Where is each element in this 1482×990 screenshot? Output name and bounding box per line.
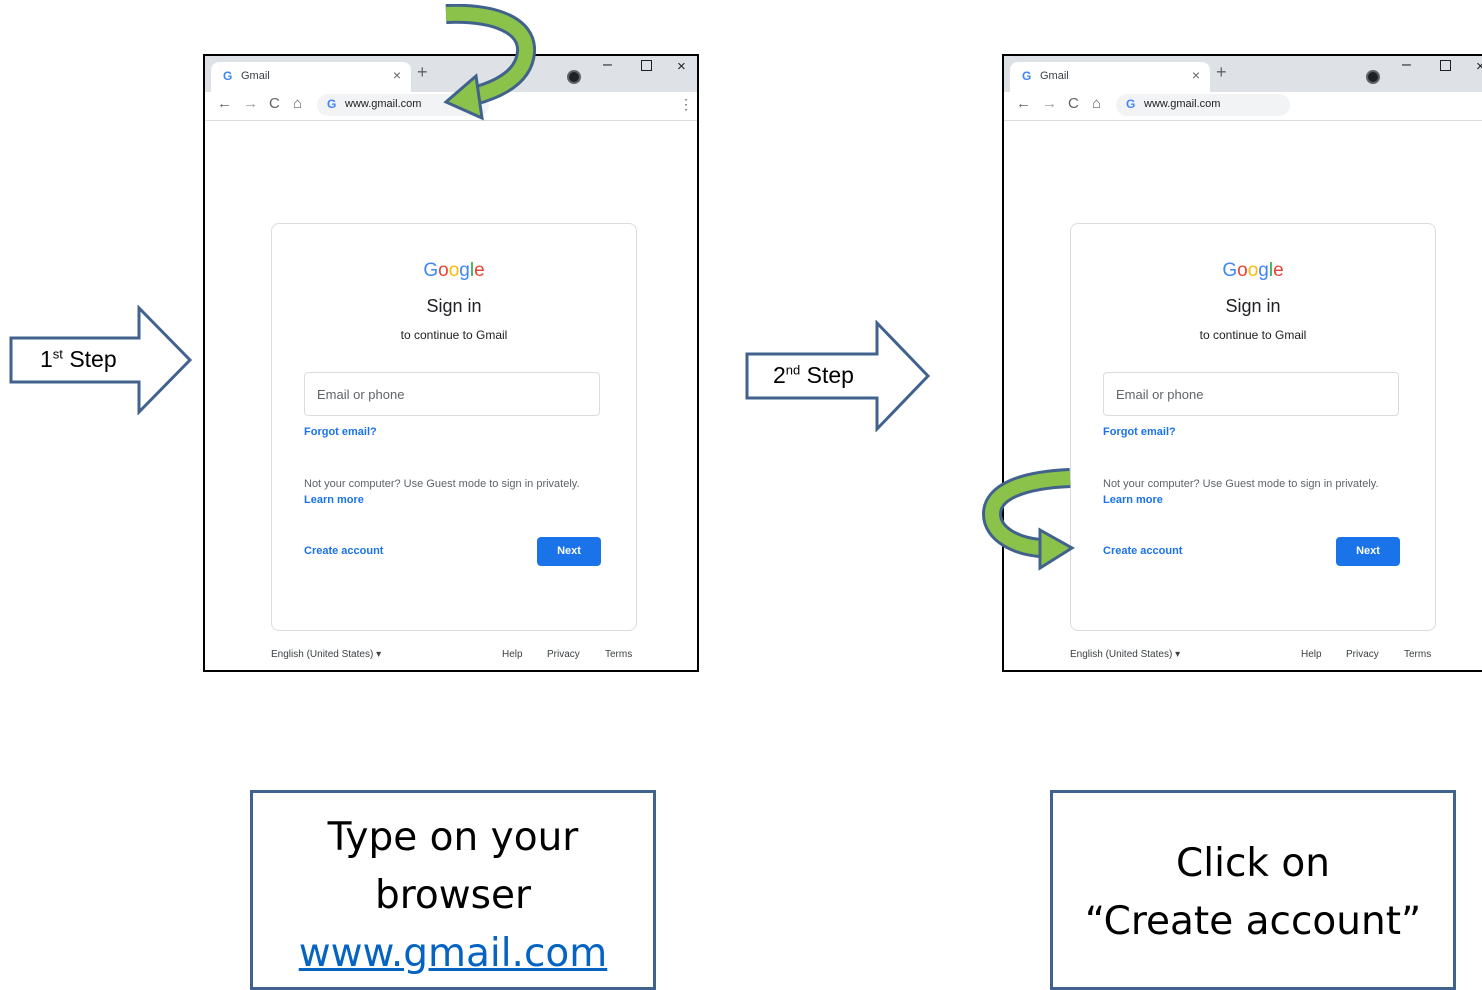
profile-icon[interactable] — [567, 70, 581, 84]
signin-subtitle: to continue to Gmail — [1199, 328, 1307, 342]
url-text: www.gmail.com — [345, 98, 422, 110]
signin-title: Sign in — [426, 296, 482, 316]
curved-arrow-to-create-account-icon — [982, 468, 1075, 571]
privacy-link[interactable]: Privacy — [1346, 649, 1379, 660]
tab-title: Gmail — [241, 70, 270, 82]
tab-gmail[interactable]: G Gmail × — [1010, 62, 1210, 92]
logo-letter: o — [1237, 260, 1248, 281]
maximize-icon[interactable] — [1440, 60, 1451, 71]
logo-letter: g — [459, 260, 470, 281]
forward-icon[interactable]: → — [1042, 95, 1057, 112]
tab-bar: G Gmail × + – × — [1004, 56, 1482, 92]
create-account-link[interactable]: Create account — [1103, 545, 1182, 557]
logo-letter: o — [438, 260, 449, 281]
google-logo: Google — [1071, 260, 1435, 282]
close-tab-icon[interactable]: × — [1192, 67, 1200, 83]
terms-link[interactable]: Terms — [605, 649, 632, 660]
chevron-down-icon: ▾ — [1175, 649, 1181, 660]
browser-screenshot-1: G Gmail × + – × ← → C ⌂ G www.gmail.com … — [203, 54, 699, 672]
terms-link[interactable]: Terms — [1404, 649, 1431, 660]
step-number: 2 — [773, 362, 786, 388]
menu-icon[interactable]: ⋮ — [679, 96, 693, 113]
browser-toolbar: ← → C ⌂ G www.gmail.com ⋮ — [1004, 92, 1482, 121]
reload-icon[interactable]: C — [1068, 95, 1079, 112]
window-close-icon[interactable]: × — [677, 58, 686, 75]
language-select[interactable]: English (United States) ▾ — [1070, 649, 1180, 660]
logo-letter: G — [1222, 260, 1238, 281]
logo-letter: g — [1258, 260, 1269, 281]
learn-more-link[interactable]: Learn more — [304, 494, 364, 506]
step-word: Step — [69, 346, 117, 372]
step-1-label: 1st Step — [40, 346, 117, 373]
google-favicon-icon: G — [327, 97, 337, 111]
chevron-down-icon: ▾ — [376, 649, 382, 660]
step-ordinal: st — [52, 346, 63, 362]
minimize-icon[interactable]: – — [1402, 56, 1411, 74]
signin-title: Sign in — [1225, 296, 1281, 316]
learn-more-link[interactable]: Learn more — [1103, 494, 1163, 506]
email-field[interactable]: Email or phone — [1103, 372, 1399, 416]
step-number: 1 — [40, 346, 53, 372]
help-link[interactable]: Help — [1301, 649, 1322, 660]
step-word: Step — [806, 362, 854, 388]
signin-card: Google Sign in to continue to Gmail Emai… — [271, 223, 637, 631]
maximize-icon[interactable] — [641, 60, 652, 71]
google-favicon-icon: G — [1022, 69, 1032, 83]
signin-card: Google Sign in to continue to Gmail Emai… — [1070, 223, 1436, 631]
logo-letter: e — [1273, 260, 1284, 281]
help-link[interactable]: Help — [502, 649, 523, 660]
caption-box-2: Click on “Create account” — [1050, 790, 1456, 990]
new-tab-icon[interactable]: + — [417, 62, 428, 83]
url-text: www.gmail.com — [1144, 98, 1221, 110]
address-bar[interactable]: G www.gmail.com — [1116, 94, 1290, 116]
caption-line: Click on — [1176, 841, 1330, 886]
logo-letter: e — [474, 260, 485, 281]
home-icon[interactable]: ⌂ — [1092, 95, 1101, 112]
caption-box-1: Type on your browser www.gmail.com — [250, 790, 656, 990]
caption-line: browser — [374, 873, 532, 918]
next-button[interactable]: Next — [537, 537, 601, 566]
caption-line: “Create account” — [1084, 899, 1422, 944]
minimize-icon[interactable]: – — [603, 56, 612, 74]
language-select[interactable]: English (United States) ▾ — [271, 649, 381, 660]
close-tab-icon[interactable]: × — [393, 67, 401, 83]
guest-mode-text: Not your computer? Use Guest mode to sig… — [1103, 478, 1379, 490]
logo-letter: o — [448, 260, 460, 281]
language-label: English (United States) — [1070, 649, 1173, 660]
home-icon[interactable]: ⌂ — [293, 95, 302, 112]
forgot-email-link[interactable]: Forgot email? — [1103, 426, 1176, 438]
tab-gmail[interactable]: G Gmail × — [211, 62, 411, 92]
logo-letter: o — [1247, 260, 1259, 281]
privacy-link[interactable]: Privacy — [547, 649, 580, 660]
step-ordinal: nd — [785, 362, 801, 378]
curved-arrow-to-address-bar-icon — [443, 4, 536, 121]
back-icon[interactable]: ← — [1016, 95, 1031, 112]
menu-icon[interactable]: ⋮ — [1478, 96, 1482, 113]
language-label: English (United States) — [271, 649, 374, 660]
reload-icon[interactable]: C — [269, 95, 280, 112]
tab-title: Gmail — [1040, 70, 1069, 82]
email-field[interactable]: Email or phone — [304, 372, 600, 416]
next-button[interactable]: Next — [1336, 537, 1400, 566]
gmail-url-link[interactable]: www.gmail.com — [253, 925, 653, 983]
profile-icon[interactable] — [1366, 70, 1380, 84]
guest-mode-text: Not your computer? Use Guest mode to sig… — [304, 478, 580, 490]
google-favicon-icon: G — [1126, 97, 1136, 111]
step-2-label: 2nd Step — [773, 362, 854, 389]
forward-icon[interactable]: → — [243, 95, 258, 112]
browser-screenshot-2: G Gmail × + – × ← → C ⌂ G www.gmail.com … — [1002, 54, 1482, 672]
signin-subtitle: to continue to Gmail — [400, 328, 508, 342]
create-account-link[interactable]: Create account — [304, 545, 383, 557]
caption-line: Type on your — [327, 815, 579, 860]
new-tab-icon[interactable]: + — [1216, 62, 1227, 83]
back-icon[interactable]: ← — [217, 95, 232, 112]
google-favicon-icon: G — [223, 69, 233, 83]
window-close-icon[interactable]: × — [1476, 58, 1482, 75]
forgot-email-link[interactable]: Forgot email? — [304, 426, 377, 438]
logo-letter: G — [423, 260, 439, 281]
google-logo: Google — [272, 260, 636, 282]
